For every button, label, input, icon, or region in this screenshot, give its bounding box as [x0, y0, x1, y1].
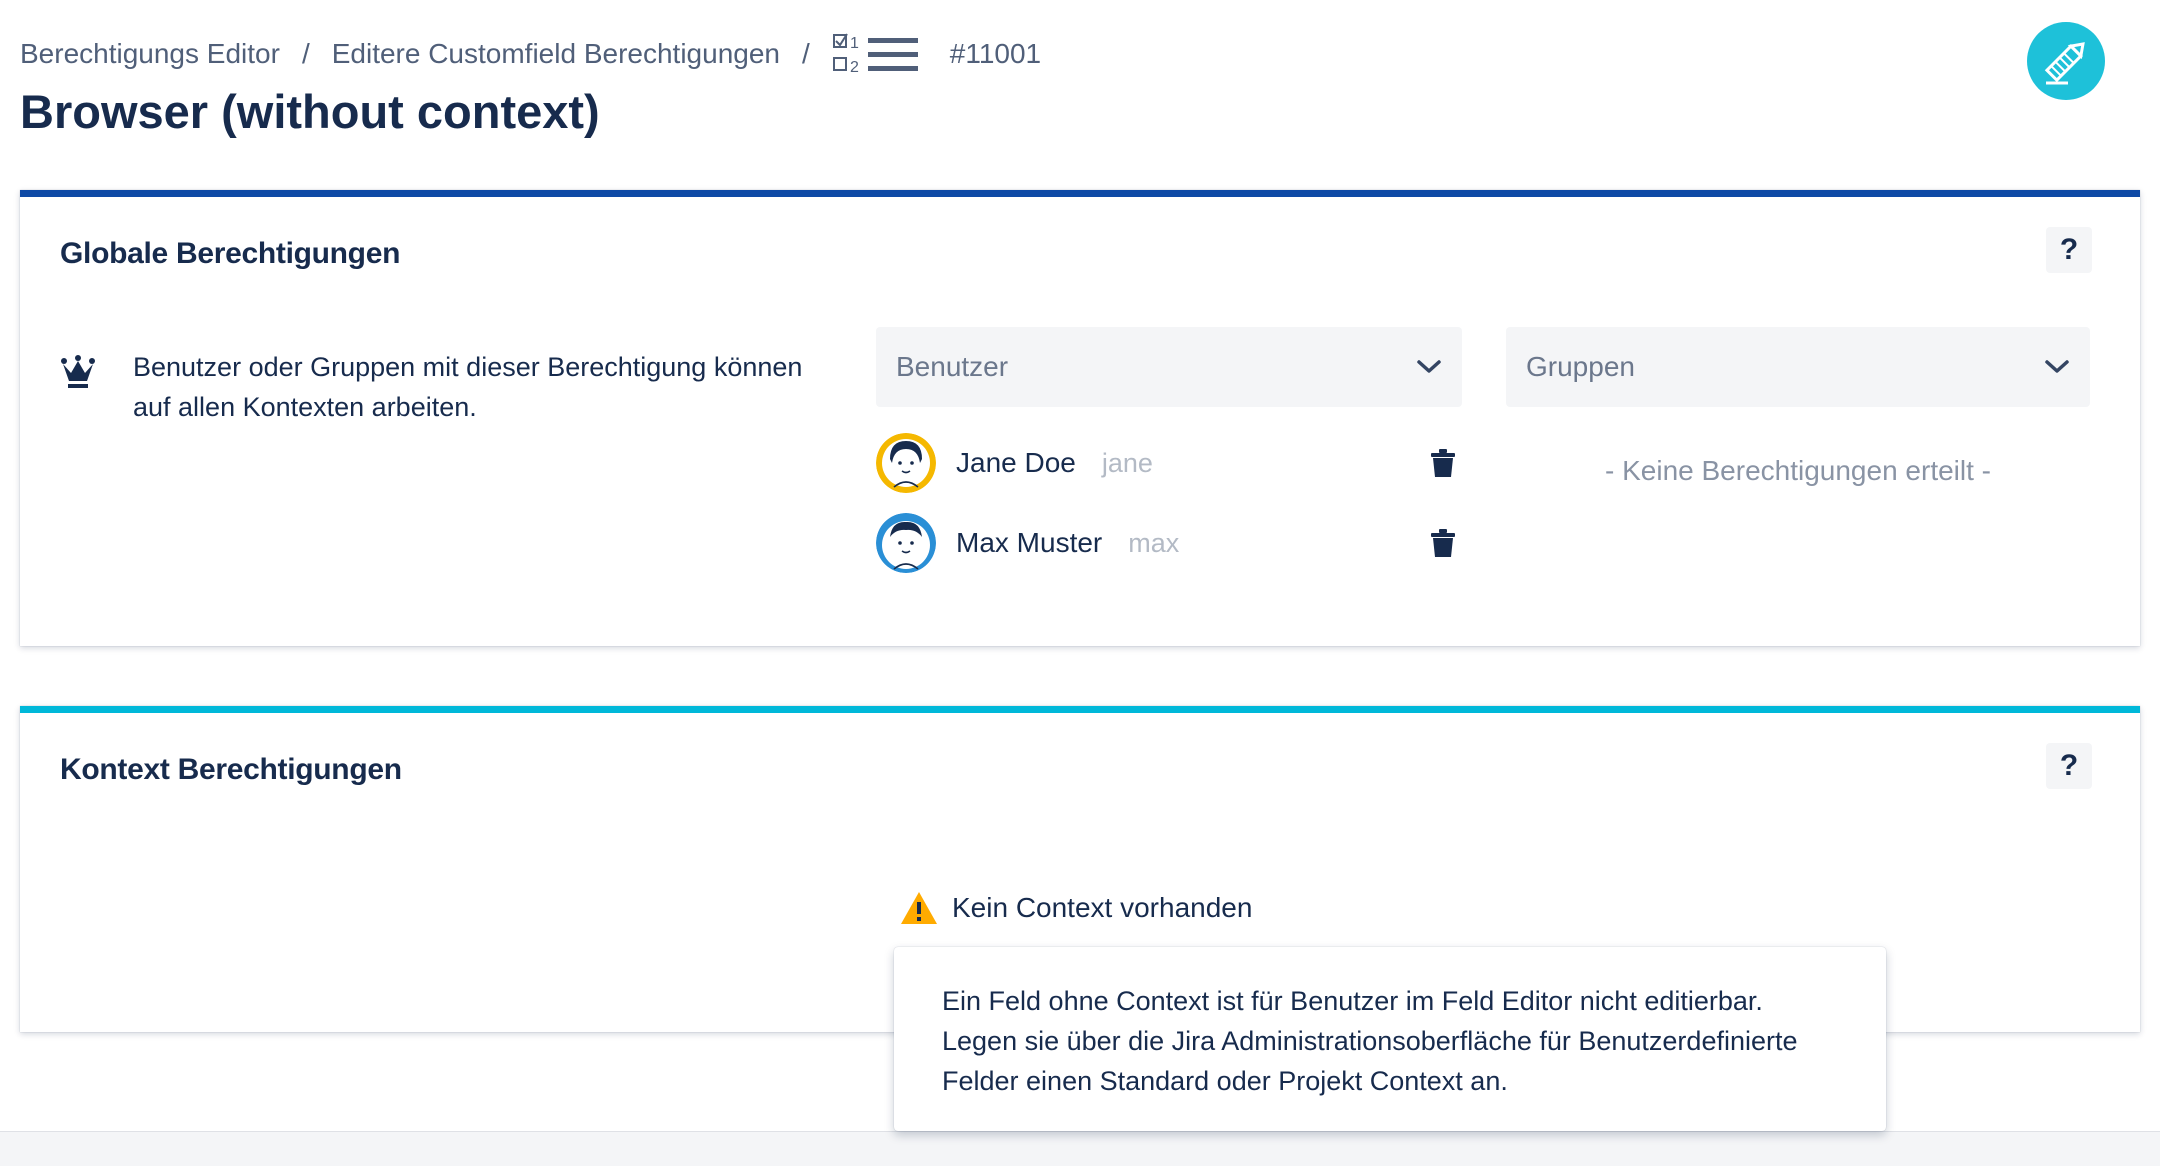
list-icon-number-1: 1 — [850, 35, 859, 52]
breadcrumb: Berechtigungs Editor / Editere Customfie… — [20, 33, 1042, 76]
page: Berechtigungs Editor / Editere Customfie… — [0, 0, 2160, 1166]
user-login: max — [1128, 527, 1180, 558]
pencil-edit-icon — [2044, 42, 2085, 85]
breadcrumb-separator: / — [301, 38, 310, 69]
users-select-placeholder: Benutzer — [896, 351, 1009, 382]
avatar — [876, 433, 936, 493]
users-select[interactable]: Benutzer — [876, 327, 1462, 407]
groups-select-placeholder: Gruppen — [1526, 351, 1635, 382]
page-title: Browser (without context) — [20, 85, 600, 138]
chevron-down-icon — [2045, 360, 2069, 373]
groups-select[interactable]: Gruppen — [1506, 327, 2090, 407]
no-context-tooltip: Ein Feld ohne Context ist für Benutzer i… — [894, 947, 1886, 1131]
user-row-jane: Jane Doe jane — [876, 433, 1456, 493]
trash-icon[interactable] — [1430, 449, 1456, 477]
chevron-down-icon — [1417, 360, 1441, 373]
list-icon-number-2: 2 — [850, 59, 859, 76]
warning-text: Kein Context vorhanden — [952, 892, 1253, 923]
user-row-max: Max Muster max — [876, 513, 1456, 573]
global-permissions-title: Globale Berechtigungen — [60, 237, 401, 270]
global-permission-description: Benutzer oder Gruppen mit dieser Berecht… — [133, 352, 803, 422]
footer-bar — [0, 1131, 2160, 1166]
global-permissions-panel: Globale Berechtigungen ? Benutzer oder G… — [20, 190, 2140, 646]
numbered-list-icon: 1 2 — [832, 33, 918, 76]
no-context-warning: Kein Context vorhanden — [900, 891, 1252, 925]
user-login: jane — [1101, 447, 1153, 478]
app-logo[interactable] — [2027, 22, 2105, 100]
trash-icon[interactable] — [1430, 529, 1456, 557]
groups-empty-message: - Keine Berechtigungen erteilt - — [1605, 455, 1991, 486]
avatar — [876, 513, 936, 573]
context-permissions-title: Kontext Berechtigungen — [60, 753, 402, 786]
breadcrumb-item-permission-editor[interactable]: Berechtigungs Editor — [20, 38, 280, 70]
breadcrumb-separator: / — [801, 38, 810, 69]
context-help-button[interactable]: ? — [2046, 743, 2092, 789]
user-name: Max Muster — [956, 527, 1103, 558]
crown-icon — [61, 355, 95, 388]
warning-icon — [901, 892, 937, 924]
user-name: Jane Doe — [956, 447, 1076, 478]
global-help-button[interactable]: ? — [2046, 227, 2092, 273]
breadcrumb-item-customfield-permissions[interactable]: Editere Customfield Berechtigungen — [332, 38, 780, 70]
issue-number: #11001 — [949, 38, 1042, 69]
